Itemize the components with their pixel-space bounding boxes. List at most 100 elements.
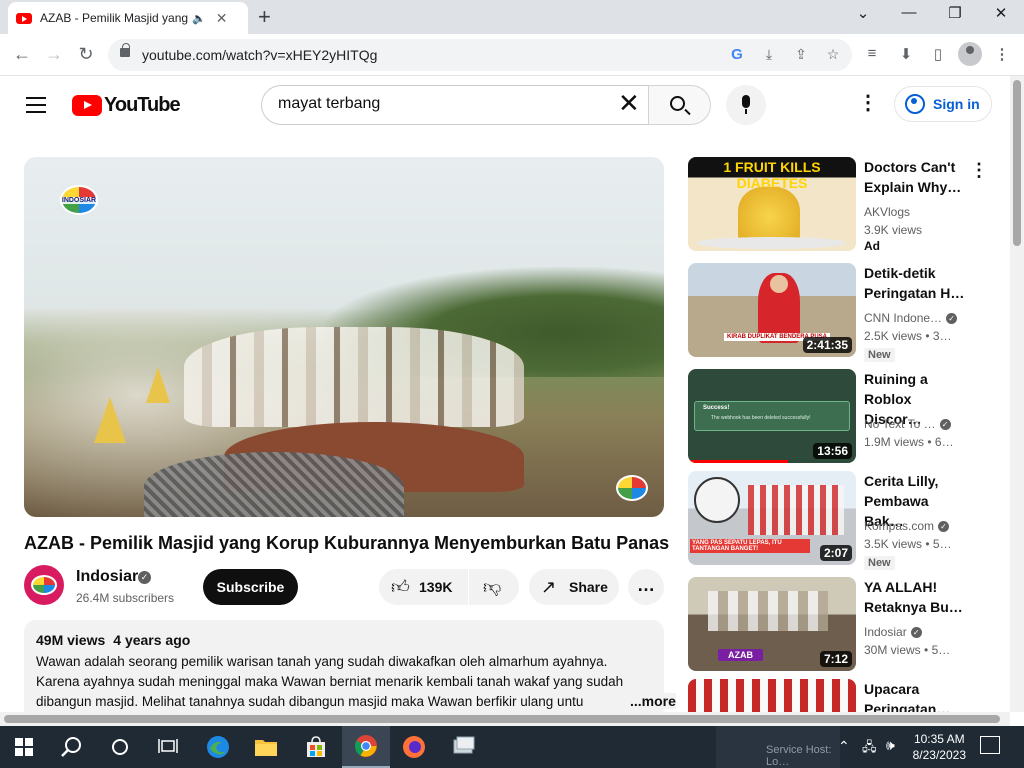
browser-toolbar: ← → ↻ youtube.com/watch?v=xHEY2yHITQg G …: [0, 34, 1024, 76]
thumbs-down-icon: 👎︎: [483, 577, 502, 597]
channel-name[interactable]: Indosiar: [76, 568, 138, 586]
hidden-window-preview: Service Host: Lo…: [716, 726, 840, 768]
browser-tab[interactable]: AZAB - Pemilik Masjid yang Korup Kuburan…: [8, 2, 248, 34]
channel-avatar[interactable]: [24, 565, 64, 605]
views-text: 2.5K views: [864, 329, 923, 343]
cortana-button[interactable]: [96, 726, 144, 768]
video-thumbnail[interactable]: YANG PAS SEPATU LEPAS, ITU TANTANGAN BAN…: [688, 471, 856, 565]
age-text: • 3…: [925, 329, 952, 343]
voice-search-button[interactable]: [726, 85, 766, 125]
remote-desktop-button[interactable]: [440, 726, 488, 768]
recommendation-item[interactable]: 1 FRUIT KILLS DIABETES Doctors Can't Exp…: [688, 157, 988, 253]
recommendation-channel[interactable]: CNN Indone… ✓: [864, 311, 958, 325]
folder-icon: [255, 740, 277, 756]
back-arrow-icon[interactable]: ←: [10, 43, 34, 65]
restore-button[interactable]: ❐: [935, 4, 975, 22]
tray-chevron-icon[interactable]: ⌃: [838, 738, 850, 755]
recommendation-title[interactable]: YA ALLAH! Retaknya Bu…: [864, 577, 968, 617]
new-tab-button[interactable]: +: [258, 6, 271, 28]
recommendation-item[interactable]: Success! The webhook has been deleted su…: [688, 369, 988, 463]
video-thumbnail[interactable]: KIRAB DUPLIKAT BENDERA PUSA 2:41:35: [688, 263, 856, 357]
person-image: [694, 477, 740, 523]
clock[interactable]: 10:35 AM 8/23/2023: [913, 731, 966, 763]
youtube-play-icon: [72, 95, 102, 116]
recommendation-title[interactable]: Doctors Can't Explain Why…: [864, 157, 968, 197]
tab-close-icon[interactable]: ✕: [216, 10, 228, 27]
share-label: Share: [569, 579, 608, 595]
task-view-icon: [158, 739, 178, 753]
like-button[interactable]: 👍︎ 139K: [379, 569, 468, 605]
lock-icon[interactable]: [120, 43, 130, 57]
store-button[interactable]: [292, 726, 340, 768]
google-translate-icon[interactable]: G: [728, 46, 746, 63]
recommendation-item[interactable]: AZAB 7:12 YA ALLAH! Retaknya Bu… Indosia…: [688, 577, 988, 671]
vertical-scrollbar[interactable]: [1010, 76, 1024, 712]
video-thumbnail[interactable]: AZAB 7:12: [688, 577, 856, 671]
network-icon[interactable]: 🖧︎: [862, 738, 877, 760]
search-button[interactable]: [648, 85, 711, 125]
horizontal-scrollbar[interactable]: [0, 712, 1010, 726]
video-player[interactable]: INDOSIAR: [24, 157, 664, 517]
clock-time: 10:35 AM: [913, 732, 965, 746]
tab-search-button[interactable]: ⌄: [843, 4, 883, 22]
file-explorer-button[interactable]: [242, 726, 290, 768]
reload-icon[interactable]: ↻: [74, 43, 98, 65]
recommendation-item[interactable]: Upacara Peringatan…: [688, 679, 988, 712]
profile-avatar-icon[interactable]: [958, 42, 982, 66]
chrome-menu-icon[interactable]: ⋮: [992, 45, 1012, 63]
dislike-button[interactable]: 👎︎: [469, 569, 519, 605]
recommendation-title[interactable]: Detik-detik Peringatan H…: [864, 263, 968, 303]
thumbnail-caption: AZAB: [718, 649, 763, 661]
recommendation-channel[interactable]: Indosiar ✓: [864, 625, 922, 639]
hamburger-menu-icon[interactable]: [26, 97, 46, 113]
firefox-button[interactable]: [390, 726, 438, 768]
install-app-icon[interactable]: ⤓: [760, 46, 778, 63]
settings-more-icon[interactable]: ⋮: [858, 93, 878, 113]
views-text: 3.5K views: [864, 537, 923, 551]
url-text[interactable]: youtube.com/watch?v=xHEY2yHITQg: [142, 47, 377, 63]
recommendation-channel[interactable]: Kompas.com ✓: [864, 519, 950, 533]
volume-icon[interactable]: 🕪︎: [886, 737, 895, 754]
search-input[interactable]: [278, 95, 608, 113]
minimize-button[interactable]: —: [889, 4, 929, 21]
more-actions-icon[interactable]: …: [628, 569, 664, 605]
chrome-taskbar-button[interactable]: [342, 726, 390, 768]
sign-in-button[interactable]: Sign in: [894, 86, 992, 122]
search-taskbar-button[interactable]: [48, 726, 96, 768]
recommendation-channel[interactable]: AKVlogs: [864, 205, 910, 219]
recommendation-item[interactable]: KIRAB DUPLIKAT BENDERA PUSA 2:41:35 Deti…: [688, 263, 988, 362]
video-thumbnail[interactable]: 1 FRUIT KILLS DIABETES: [688, 157, 856, 251]
notification-center-icon[interactable]: [980, 736, 1000, 754]
sign-in-label: Sign in: [933, 96, 980, 112]
search-box[interactable]: [261, 85, 649, 125]
scrollbar-thumb[interactable]: [1013, 80, 1021, 246]
youtube-logo[interactable]: YouTube: [72, 94, 181, 117]
youtube-favicon-icon: [16, 12, 32, 24]
edge-button[interactable]: [194, 726, 242, 768]
speaker-icon[interactable]: 🔈: [192, 12, 206, 25]
video-thumbnail[interactable]: [688, 679, 856, 712]
subscribe-button[interactable]: Subscribe: [203, 569, 298, 605]
close-window-button[interactable]: ✕: [981, 4, 1021, 22]
downloads-icon[interactable]: ⬇: [896, 45, 916, 63]
task-view-button[interactable]: [144, 726, 192, 768]
description-box[interactable]: 49M views 4 years ago Wawan adalah seoran…: [24, 620, 676, 720]
recommendation-channel[interactable]: No Text To … ✓: [864, 417, 951, 431]
recommendation-title[interactable]: Upacara Peringatan…: [864, 679, 968, 712]
clear-search-icon[interactable]: ✕: [618, 90, 640, 116]
tab-title: AZAB - Pemilik Masjid yang Korup Kuburan…: [40, 11, 188, 25]
address-bar[interactable]: youtube.com/watch?v=xHEY2yHITQg G ⤓ ⇪ ☆: [108, 39, 852, 71]
store-bag-icon: [307, 736, 325, 757]
bookmark-star-icon[interactable]: ☆: [824, 46, 842, 63]
share-icon[interactable]: ⇪: [792, 46, 810, 63]
start-button[interactable]: [0, 726, 48, 768]
media-queue-icon[interactable]: ≡: [862, 45, 882, 62]
show-more-link[interactable]: ...more: [628, 693, 676, 709]
subscribe-watermark-icon[interactable]: [616, 475, 648, 501]
share-button[interactable]: ↗ Share: [529, 569, 619, 605]
recommendation-item[interactable]: YANG PAS SEPATU LEPAS, ITU TANTANGAN BAN…: [688, 471, 988, 570]
scrollbar-thumb[interactable]: [4, 715, 1000, 723]
forward-arrow-icon[interactable]: →: [42, 43, 66, 65]
video-thumbnail[interactable]: Success! The webhook has been deleted su…: [688, 369, 856, 463]
side-panel-icon[interactable]: ▯: [928, 45, 948, 63]
